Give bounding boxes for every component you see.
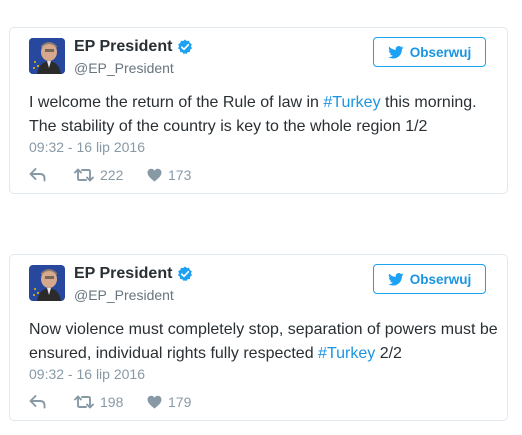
tweet-text: I welcome the return of the Rule of law … bbox=[29, 91, 499, 139]
reply-icon bbox=[29, 395, 46, 409]
tweet-timestamp[interactable]: 09:32 - 16 lip 2016 bbox=[29, 366, 145, 382]
tweet-text-part: I welcome the return of the Rule of law … bbox=[29, 94, 324, 111]
follow-button-label: Obserwuj bbox=[409, 271, 472, 287]
tweet-card[interactable]: EP President @EP_President Obserwuj I we… bbox=[9, 27, 508, 194]
like-count: 179 bbox=[168, 394, 192, 410]
avatar[interactable] bbox=[29, 265, 65, 301]
author-display-name[interactable]: EP President bbox=[74, 38, 172, 56]
retweet-button[interactable]: 198 bbox=[74, 394, 147, 410]
heart-icon bbox=[147, 395, 162, 409]
verified-badge-icon bbox=[177, 266, 193, 282]
like-button[interactable]: 179 bbox=[147, 394, 191, 410]
reply-icon bbox=[29, 168, 46, 182]
retweet-icon bbox=[74, 395, 94, 409]
heart-icon bbox=[147, 168, 162, 182]
tweet-actions: 198 179 bbox=[29, 394, 191, 410]
hashtag-link[interactable]: #Turkey bbox=[323, 94, 380, 111]
tweet-text: Now violence must completely stop, separ… bbox=[29, 318, 499, 366]
author-name-row: EP President bbox=[74, 38, 193, 56]
tweet-timestamp[interactable]: 09:32 - 16 lip 2016 bbox=[29, 139, 145, 155]
retweet-button[interactable]: 222 bbox=[74, 167, 147, 183]
tweet-card[interactable]: EP President @EP_President Obserwuj Now … bbox=[9, 254, 508, 421]
retweet-count: 198 bbox=[100, 394, 124, 410]
author-name-row: EP President bbox=[74, 265, 193, 283]
follow-button-label: Obserwuj bbox=[409, 44, 472, 60]
follow-button[interactable]: Obserwuj bbox=[373, 37, 486, 67]
avatar-photo-icon bbox=[29, 38, 65, 74]
author-handle[interactable]: @EP_President bbox=[74, 287, 174, 303]
retweet-icon bbox=[74, 168, 94, 182]
reply-button[interactable] bbox=[29, 395, 65, 409]
like-count: 173 bbox=[168, 167, 192, 183]
reply-button[interactable] bbox=[29, 168, 65, 182]
hashtag-link[interactable]: #Turkey bbox=[318, 345, 375, 362]
author-display-name[interactable]: EP President bbox=[74, 265, 172, 283]
twitter-bird-icon bbox=[387, 45, 404, 58]
tweet-text-part: 2/2 bbox=[375, 345, 402, 362]
like-button[interactable]: 173 bbox=[147, 167, 191, 183]
tweet-text-part: Now violence must completely stop, separ… bbox=[29, 321, 498, 362]
avatar[interactable] bbox=[29, 38, 65, 74]
follow-button[interactable]: Obserwuj bbox=[373, 264, 486, 294]
verified-badge-icon bbox=[177, 39, 193, 55]
author-handle[interactable]: @EP_President bbox=[74, 60, 174, 76]
tweet-actions: 222 173 bbox=[29, 167, 191, 183]
retweet-count: 222 bbox=[100, 167, 124, 183]
avatar-photo-icon bbox=[29, 265, 65, 301]
twitter-bird-icon bbox=[387, 272, 404, 285]
